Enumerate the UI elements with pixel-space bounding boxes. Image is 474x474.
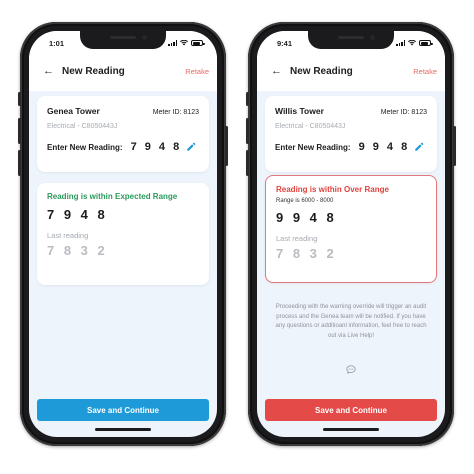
status-time: 9:41 <box>277 38 293 48</box>
meter-type: Electrical - C8050443J <box>275 123 346 130</box>
nav-header: ← New Reading Retake <box>257 51 445 91</box>
power-button <box>225 126 228 166</box>
notch <box>308 31 394 49</box>
entry-value[interactable]: 9 9 4 8 <box>359 141 410 153</box>
screen: 1:01 ← New Reading Retake Genea Tower Me… <box>29 31 217 437</box>
current-reading: 7 9 4 8 <box>47 207 108 222</box>
home-indicator <box>323 428 379 431</box>
phone-right: 9:41 ← New Reading Retake Willis Tower M… <box>246 22 456 446</box>
meter-type: Electrical - C8050443J <box>47 123 118 130</box>
current-reading: 9 9 4 8 <box>276 210 337 225</box>
reading-status-card: Reading is within Over Range Range is 60… <box>265 175 437 283</box>
battery-icon <box>191 40 205 46</box>
retake-button[interactable]: Retake <box>185 67 209 76</box>
reading-status-card: Reading is within Expected Range 7 9 4 8… <box>37 183 209 285</box>
page-title: New Reading <box>62 65 125 77</box>
building-name: Willis Tower <box>275 106 324 116</box>
battery-icon <box>419 40 433 46</box>
volume-up-button <box>246 118 249 144</box>
wifi-icon <box>408 40 416 46</box>
last-reading-value: 7 8 3 2 <box>47 243 108 258</box>
status-title: Reading is within Expected Range <box>47 192 178 201</box>
meter-card: Genea Tower Meter ID: 8123 Electrical - … <box>37 96 209 172</box>
last-reading-label: Last reading <box>47 231 89 240</box>
volume-down-button <box>246 150 249 176</box>
status-icons <box>396 40 433 46</box>
retake-button[interactable]: Retake <box>413 67 437 76</box>
wifi-icon <box>180 40 188 46</box>
status-icons <box>168 40 205 46</box>
camera <box>370 35 375 40</box>
warning-note: Proceeding with the warning override wil… <box>275 304 427 339</box>
page-title: New Reading <box>290 65 353 77</box>
pencil-icon[interactable] <box>186 142 196 152</box>
meter-card: Willis Tower Meter ID: 8123 Electrical -… <box>265 96 437 172</box>
meter-id: Meter ID: 8123 <box>152 109 199 116</box>
back-arrow-icon[interactable]: ← <box>43 65 57 77</box>
chat-bubble-icon[interactable] <box>346 365 356 374</box>
status-time: 1:01 <box>49 38 65 48</box>
last-reading-label: Last reading <box>276 234 318 243</box>
entry-label: Enter New Reading: <box>47 142 123 152</box>
meter-id: Meter ID: 8123 <box>380 109 427 116</box>
nav-header: ← New Reading Retake <box>29 51 217 91</box>
power-button <box>453 126 456 166</box>
building-name: Genea Tower <box>47 106 100 116</box>
status-title: Reading is within Over Range <box>276 185 389 194</box>
pencil-icon[interactable] <box>414 142 424 152</box>
signal-icon <box>396 40 405 46</box>
save-continue-button[interactable]: Save and Continue <box>265 399 437 421</box>
volume-up-button <box>18 118 21 144</box>
entry-label: Enter New Reading: <box>275 142 351 152</box>
screen: 9:41 ← New Reading Retake Willis Tower M… <box>257 31 445 437</box>
notch <box>80 31 166 49</box>
signal-icon <box>168 40 177 46</box>
back-arrow-icon[interactable]: ← <box>271 65 285 77</box>
camera <box>142 35 147 40</box>
speaker <box>338 36 364 39</box>
mute-switch <box>18 92 21 106</box>
phone-left: 1:01 ← New Reading Retake Genea Tower Me… <box>18 22 228 446</box>
mute-switch <box>246 92 249 106</box>
entry-value[interactable]: 7 9 4 8 <box>131 141 182 153</box>
save-continue-button[interactable]: Save and Continue <box>37 399 209 421</box>
last-reading-value: 7 8 3 2 <box>276 246 337 261</box>
volume-down-button <box>18 150 21 176</box>
range-text: Range is 6000 - 8000 <box>276 198 334 204</box>
home-indicator <box>95 428 151 431</box>
speaker <box>110 36 136 39</box>
